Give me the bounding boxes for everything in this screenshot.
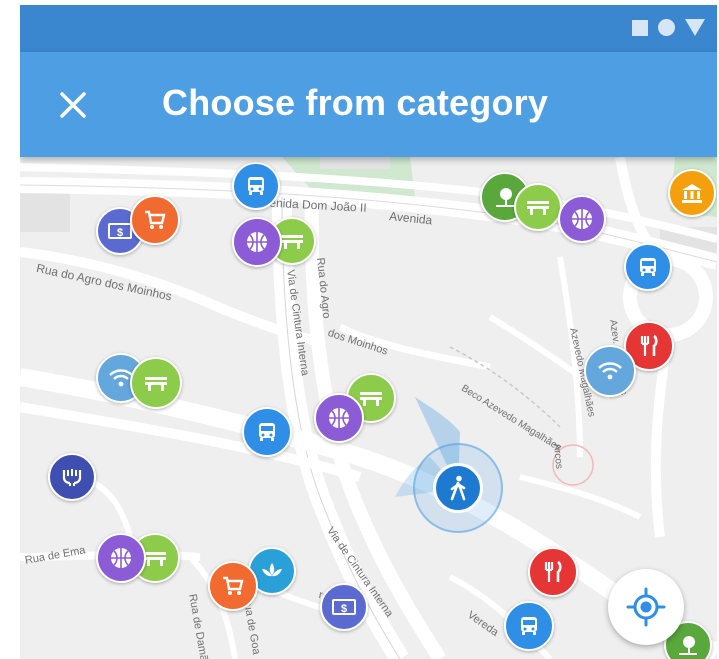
svg-text:$: $ bbox=[341, 603, 347, 615]
poi-bench[interactable] bbox=[514, 183, 562, 231]
poi-museum[interactable] bbox=[668, 169, 716, 217]
poi-community[interactable] bbox=[48, 453, 96, 501]
close-button[interactable] bbox=[48, 80, 98, 130]
square-icon bbox=[632, 19, 648, 36]
bench-icon bbox=[527, 201, 549, 215]
bench-icon bbox=[281, 235, 303, 249]
cart-icon bbox=[223, 576, 244, 595]
bus-icon bbox=[248, 177, 264, 195]
pedestrian-icon bbox=[450, 475, 466, 501]
bus-icon bbox=[259, 423, 275, 441]
basketball-icon bbox=[247, 232, 267, 252]
bus-icon bbox=[521, 617, 537, 635]
poi-bus[interactable] bbox=[504, 601, 554, 651]
poi-bus[interactable] bbox=[242, 407, 292, 457]
close-icon bbox=[60, 92, 86, 118]
triangle-icon bbox=[685, 19, 705, 36]
circle-icon bbox=[658, 19, 675, 36]
street-label: Arcos bbox=[551, 443, 565, 470]
user-location-marker bbox=[413, 443, 503, 533]
status-icons bbox=[632, 19, 705, 36]
app-window: Choose from category Avenida Dom João II… bbox=[20, 5, 717, 659]
cart-icon bbox=[145, 210, 166, 229]
status-bar bbox=[20, 5, 717, 52]
poi-atm[interactable]: $ bbox=[320, 583, 368, 631]
svg-text:$: $ bbox=[117, 227, 123, 239]
basketball-icon bbox=[329, 408, 349, 428]
fork-knife-icon bbox=[544, 560, 562, 582]
money-icon: $ bbox=[108, 223, 132, 239]
app-bar: Choose from category bbox=[20, 52, 717, 157]
fork-knife-icon bbox=[640, 334, 658, 356]
poi-sports[interactable] bbox=[232, 217, 282, 267]
handshake-icon bbox=[62, 469, 82, 486]
poi-shop[interactable] bbox=[208, 561, 258, 611]
poi-bench[interactable] bbox=[130, 357, 182, 409]
my-location-button[interactable] bbox=[608, 569, 684, 645]
bench-icon bbox=[360, 392, 382, 406]
poi-sports[interactable] bbox=[558, 195, 606, 243]
map-view[interactable]: Avenida Dom João II Avenida Rua do Agro … bbox=[20, 157, 717, 659]
gps-target-icon bbox=[626, 587, 666, 627]
basketball-icon bbox=[572, 209, 592, 229]
poi-sports[interactable] bbox=[314, 393, 364, 443]
lotus-icon bbox=[262, 563, 282, 577]
bus-icon bbox=[640, 258, 656, 276]
page-title: Choose from category bbox=[162, 82, 549, 123]
user-location-dot bbox=[433, 463, 483, 513]
money-icon: $ bbox=[332, 599, 356, 615]
wifi-icon bbox=[598, 362, 622, 380]
poi-shop[interactable] bbox=[130, 195, 180, 245]
poi-bus[interactable] bbox=[232, 162, 280, 210]
poi-bus[interactable] bbox=[624, 243, 672, 291]
poi-restaurant[interactable] bbox=[528, 547, 578, 597]
museum-icon bbox=[682, 184, 702, 203]
poi-sports[interactable] bbox=[96, 533, 146, 583]
basketball-icon bbox=[111, 548, 131, 568]
park-icon bbox=[679, 636, 697, 655]
bench-icon bbox=[145, 377, 167, 391]
poi-wifi[interactable] bbox=[584, 345, 636, 397]
